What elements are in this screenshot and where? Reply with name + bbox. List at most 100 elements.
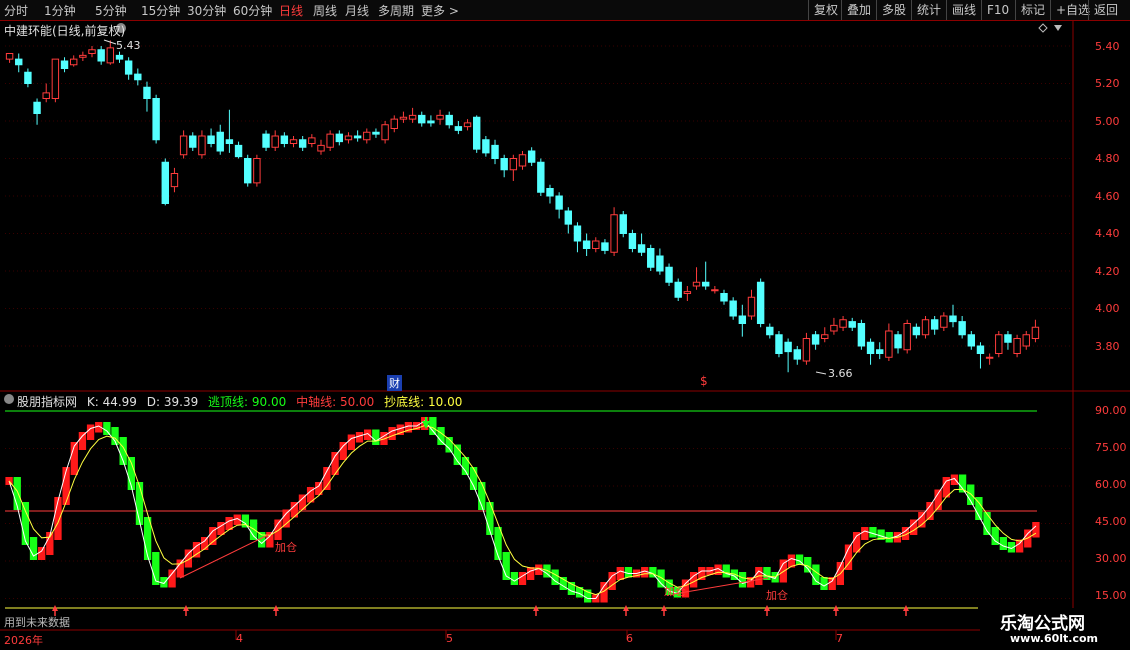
collapse-icon-indicator — [4, 394, 14, 404]
candle — [15, 53, 23, 73]
future-data-note: 用到未来数据 — [4, 616, 70, 629]
candle — [848, 317, 856, 331]
candle — [665, 263, 673, 286]
k-bar — [168, 569, 176, 588]
candle — [372, 128, 380, 138]
candle — [124, 57, 133, 80]
candle — [60, 57, 69, 73]
candle — [198, 130, 206, 159]
mid-axis-value: 中轴线: 50.00 — [296, 395, 375, 409]
candle — [912, 323, 921, 339]
candle — [793, 346, 801, 365]
candle — [857, 319, 866, 350]
candle — [482, 136, 490, 157]
price-tick: 4.80 — [1095, 152, 1120, 165]
low-label: 3.66 — [828, 367, 853, 380]
k-bar — [429, 417, 437, 435]
candle — [601, 239, 609, 255]
k-bar — [812, 564, 820, 585]
k-bar — [510, 572, 519, 585]
candle — [317, 139, 325, 155]
candle — [24, 68, 32, 88]
candle — [711, 286, 719, 294]
candle — [985, 353, 994, 365]
k-bar — [861, 527, 869, 540]
candle — [262, 130, 270, 151]
candle — [79, 51, 87, 61]
s-marker[interactable]: $ — [700, 374, 708, 388]
candle — [390, 115, 398, 133]
k-bar — [999, 537, 1007, 550]
candle — [42, 83, 50, 103]
candle — [555, 192, 563, 219]
candle — [289, 136, 298, 148]
candle — [610, 207, 618, 256]
candle — [949, 304, 957, 328]
candle — [720, 289, 728, 305]
candle — [738, 304, 747, 337]
price-tick: 4.00 — [1095, 302, 1120, 315]
k-bar — [820, 577, 828, 590]
candle — [225, 109, 234, 153]
date-tick: 4 — [236, 632, 243, 645]
candle — [692, 267, 701, 290]
candle — [33, 98, 41, 125]
candle — [683, 286, 692, 301]
k-bar — [200, 537, 209, 550]
k-bar — [722, 564, 730, 578]
price-tick: 4.40 — [1095, 227, 1120, 240]
candle — [546, 184, 554, 204]
candle — [152, 94, 160, 144]
candle — [170, 167, 179, 193]
k-bar — [103, 422, 111, 435]
price-tick: 4.60 — [1095, 190, 1120, 203]
indicator-title: 股朋指标网 K: 44.99 D: 39.39 逃顶线: 90.00 中轴线: … — [17, 393, 468, 410]
candle — [454, 121, 463, 135]
candle — [344, 132, 353, 144]
candle — [143, 81, 151, 112]
candle — [830, 317, 838, 335]
indicator-name: 股朋指标网 — [17, 395, 78, 409]
candle — [363, 128, 371, 144]
candle — [381, 121, 389, 144]
chart-canvas — [0, 20, 1130, 650]
d-line — [8, 424, 1037, 596]
candle — [775, 331, 783, 358]
candle — [244, 154, 252, 187]
k-bar — [437, 427, 445, 445]
candle — [885, 323, 893, 361]
signal-markers — [52, 605, 909, 616]
add-position-label: 加仓 — [766, 589, 788, 602]
date-tick: 6 — [626, 632, 633, 645]
candle — [69, 55, 78, 67]
date-tick: 5 — [446, 632, 453, 645]
candle — [298, 136, 307, 151]
k-bar — [738, 572, 747, 588]
candle — [408, 107, 417, 123]
low-pointer — [815, 371, 827, 375]
k-bar — [54, 497, 62, 540]
candle — [940, 312, 948, 331]
candle — [207, 128, 215, 148]
candle — [436, 109, 444, 125]
candle — [564, 207, 573, 234]
event-marker[interactable]: 财 — [387, 375, 402, 391]
indicator-tick: 15.00 — [1095, 589, 1127, 602]
candle — [88, 46, 96, 58]
candle — [1031, 319, 1040, 343]
k-bar — [38, 547, 46, 560]
k-bar — [78, 432, 87, 450]
indicator-tick: 30.00 — [1095, 552, 1127, 565]
candle — [115, 51, 124, 63]
k-bar — [804, 557, 812, 573]
candle — [592, 237, 600, 253]
candle — [216, 124, 224, 155]
candle — [106, 40, 115, 65]
candle — [134, 68, 142, 86]
dropdown-icon — [1054, 25, 1062, 31]
k-bar — [347, 434, 356, 450]
candle — [582, 233, 591, 256]
k-bar — [282, 509, 290, 528]
candle — [427, 115, 435, 127]
add-position-label: 加仓 — [664, 585, 686, 598]
